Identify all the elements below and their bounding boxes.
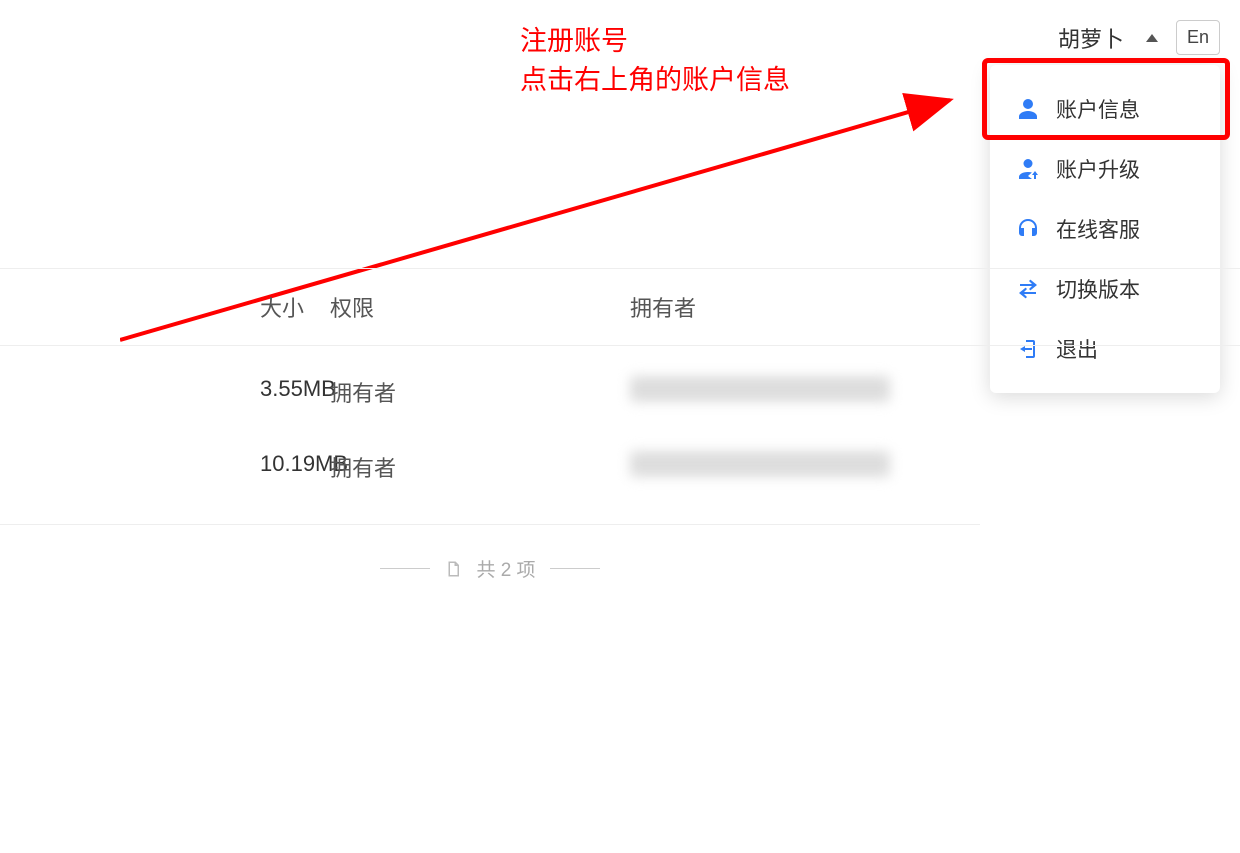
redacted-owner: [630, 451, 890, 477]
dropdown-item-account-upgrade[interactable]: 账户升级: [990, 139, 1220, 199]
column-header-perm[interactable]: 权限: [330, 291, 630, 323]
dropdown-item-account-info[interactable]: 账户信息: [990, 79, 1220, 139]
table-row[interactable]: 3.55MB 拥有者: [0, 346, 1240, 421]
column-header-owner[interactable]: 拥有者: [630, 291, 980, 323]
cell-owner: [630, 451, 980, 483]
cell-perm: 拥有者: [330, 451, 630, 483]
total-count-text: 共 2 项: [476, 555, 535, 582]
table-row[interactable]: 10.19MB 拥有者: [0, 421, 1240, 495]
file-table: 大小 权限 拥有者 3.55MB 拥有者 10.19MB 拥有者: [0, 268, 1240, 495]
user-upgrade-icon: [1016, 157, 1040, 181]
annotation-text: 注册账号 点击右上角的账户信息: [520, 22, 790, 100]
support-icon: [1016, 217, 1040, 241]
dropdown-item-support[interactable]: 在线客服: [990, 199, 1220, 259]
dropdown-item-label: 账户信息: [1056, 94, 1140, 124]
username-label[interactable]: 胡萝卜: [1058, 22, 1124, 54]
caret-up-icon[interactable]: [1146, 34, 1158, 42]
divider-line: [550, 568, 600, 569]
redacted-owner: [630, 376, 890, 402]
document-icon: [444, 560, 462, 578]
column-header-size[interactable]: 大小: [0, 291, 330, 323]
user-icon: [1016, 97, 1040, 121]
dropdown-item-label: 账户升级: [1056, 154, 1140, 184]
cell-owner: [630, 376, 980, 408]
total-count-footer: 共 2 项: [0, 555, 980, 582]
cell-size: 10.19MB: [0, 451, 330, 483]
divider-line: [380, 568, 430, 569]
table-bottom-border: [0, 524, 980, 525]
cell-size: 3.55MB: [0, 376, 330, 408]
language-toggle-button[interactable]: En: [1176, 20, 1220, 55]
dropdown-item-label: 在线客服: [1056, 214, 1140, 244]
table-header-row: 大小 权限 拥有者: [0, 268, 1240, 346]
cell-perm: 拥有者: [330, 376, 630, 408]
